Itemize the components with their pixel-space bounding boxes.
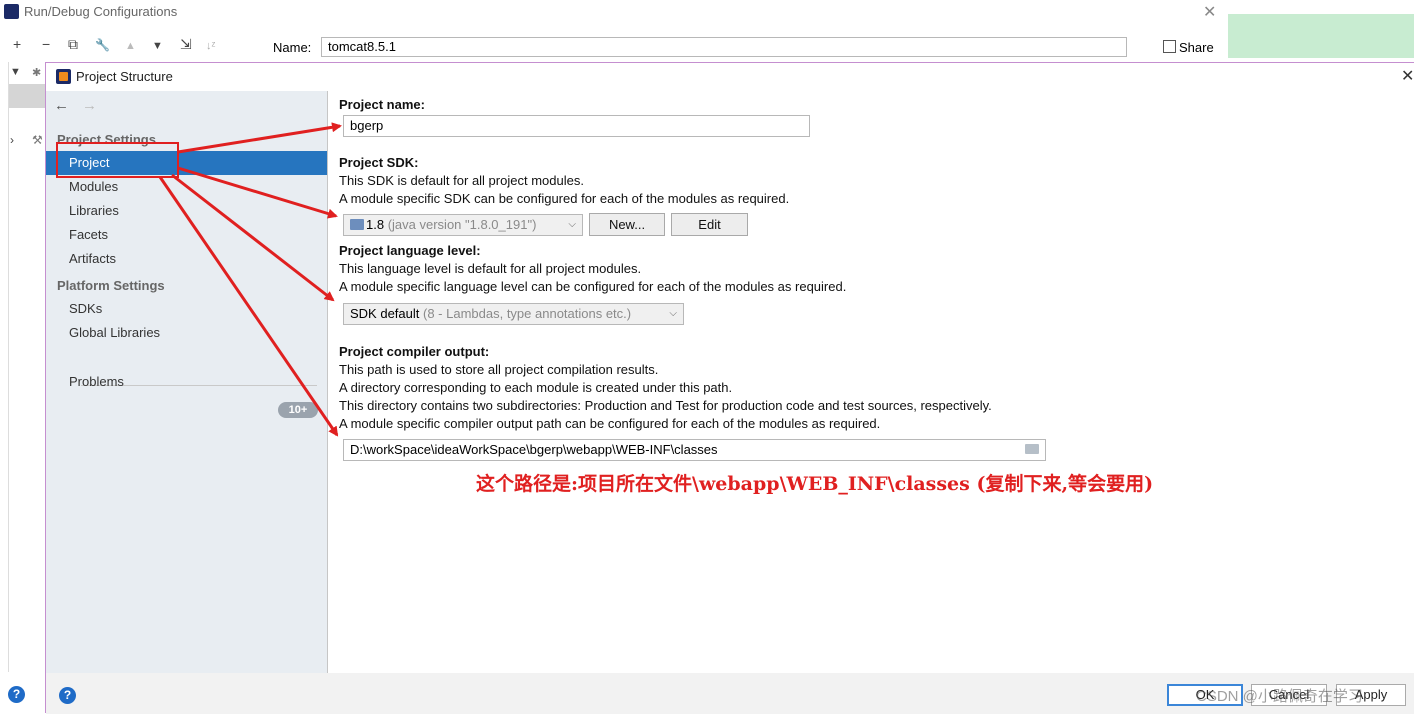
sdk-new-button[interactable]: New...	[589, 213, 665, 236]
compiler-output-description: A module specific compiler output path c…	[339, 416, 881, 431]
share-label: Share	[1179, 40, 1214, 55]
project-name-input[interactable]: bgerp	[343, 115, 810, 137]
sdk-value: 1.8	[366, 217, 385, 232]
compiler-output-description: A directory corresponding to each module…	[339, 380, 733, 395]
tree-selection	[8, 84, 45, 108]
add-config-icon[interactable]: +	[13, 36, 21, 52]
sidebar-item-sdks[interactable]: SDKs	[46, 297, 327, 321]
sidebar-item-global-libraries[interactable]: Global Libraries	[46, 321, 327, 345]
sidebar-item-label: Facets	[69, 227, 109, 242]
sidebar-item-label: Global Libraries	[69, 325, 161, 340]
csdn-watermark: CSDN @小路佩奇在学习	[1196, 688, 1363, 705]
tomcat-icon: ✱	[32, 67, 42, 79]
compiler-output-value: D:\workSpace\ideaWorkSpace\bgerp\webapp\…	[350, 442, 718, 457]
chevron-down-icon: ⌵	[568, 219, 576, 230]
remove-config-icon[interactable]: −	[42, 36, 50, 52]
checkbox-icon[interactable]	[1163, 40, 1176, 53]
copy-config-icon[interactable]: ⧉	[68, 36, 78, 53]
project-structure-titlebar: Project Structure ✕	[46, 63, 1414, 91]
help-icon[interactable]: ?	[59, 687, 76, 704]
run-debug-close-icon[interactable]: ✕	[1203, 2, 1216, 22]
problems-count-badge: 10+	[278, 402, 318, 418]
name-label: Name:	[273, 40, 312, 55]
divider	[8, 62, 9, 672]
sidebar-item-libraries[interactable]: Libraries	[46, 199, 327, 223]
language-level-select[interactable]: SDK default (8 - Lambdas, type annotatio…	[343, 303, 684, 325]
sidebar-item-label: Modules	[69, 179, 119, 194]
sidebar-item-project[interactable]: Project	[46, 151, 327, 175]
settings-sidebar: ← → Project Settings Project Modules Lib…	[46, 91, 328, 673]
sidebar-item-label: Project	[69, 155, 110, 170]
sdk-edit-button[interactable]: Edit	[671, 213, 748, 236]
chevron-down-icon[interactable]: ▼	[10, 66, 21, 78]
dialog-title: Project Structure	[76, 69, 173, 84]
language-level-label: Project language level:	[339, 243, 481, 258]
language-level-description: This language level is default for all p…	[339, 261, 642, 276]
platform-settings-heading: Platform Settings	[57, 278, 165, 293]
project-name-label: Project name:	[339, 97, 425, 112]
browse-folder-icon[interactable]	[1025, 444, 1039, 454]
sidebar-item-label: Problems	[69, 374, 124, 389]
language-level-description: A module specific language level can be …	[339, 279, 847, 294]
sdk-description: A module specific SDK can be configured …	[339, 191, 790, 206]
folder-icon[interactable]: ⇲	[180, 36, 192, 53]
sidebar-item-label: SDKs	[69, 301, 103, 316]
sidebar-item-label: Artifacts	[69, 251, 116, 266]
move-up-icon[interactable]: ▲	[125, 40, 136, 52]
sidebar-item-label: Libraries	[69, 203, 119, 218]
project-structure-dialog: Project Structure ✕ ← → Project Settings…	[45, 62, 1414, 714]
project-sdk-label: Project SDK:	[339, 155, 419, 170]
chevron-down-icon: ⌵	[669, 308, 677, 319]
language-level-detail: (8 - Lambdas, type annotations etc.)	[423, 306, 632, 321]
config-name-input[interactable]: tomcat8.5.1	[321, 37, 1127, 57]
background-window-strip	[1228, 14, 1414, 58]
sidebar-item-facets[interactable]: Facets	[46, 223, 327, 247]
project-settings-heading: Project Settings	[57, 132, 156, 147]
forward-arrow-icon[interactable]: →	[82, 97, 97, 114]
share-checkbox[interactable]: Share	[1163, 40, 1214, 55]
back-arrow-icon[interactable]: ←	[54, 97, 69, 114]
run-debug-title: Run/Debug Configurations	[24, 4, 178, 19]
annotation-text: 这个路径是:项目所在文件\webapp\WEB_INF\classes (复制下…	[476, 473, 1154, 495]
sort-icon[interactable]: ↓ᶻ	[206, 40, 215, 52]
wrench-icon[interactable]: 🔧	[95, 38, 110, 52]
chevron-right-icon[interactable]: ›	[10, 133, 14, 147]
sdk-description: This SDK is default for all project modu…	[339, 173, 584, 188]
compiler-output-description: This directory contains two subdirectori…	[339, 398, 992, 413]
run-debug-titlebar: Run/Debug Configurations ✕	[0, 0, 1228, 26]
sidebar-item-artifacts[interactable]: Artifacts	[46, 247, 327, 271]
intellij-app-icon	[56, 69, 71, 84]
sdk-folder-icon	[350, 219, 364, 230]
language-level-value: SDK default	[350, 306, 420, 321]
sdk-value-detail: (java version "1.8.0_191")	[387, 217, 537, 232]
compiler-output-input[interactable]: D:\workSpace\ideaWorkSpace\bgerp\webapp\…	[343, 439, 1046, 461]
wrench-icon: ⚒	[32, 133, 43, 147]
compiler-output-description: This path is used to store all project c…	[339, 362, 659, 377]
help-icon[interactable]: ?	[8, 686, 25, 703]
intellij-app-icon	[4, 4, 19, 19]
sidebar-item-problems[interactable]: Problems	[46, 370, 327, 394]
compiler-output-label: Project compiler output:	[339, 344, 490, 359]
move-down-icon[interactable]: ▼	[152, 40, 163, 52]
sidebar-item-modules[interactable]: Modules	[46, 175, 327, 199]
sdk-select[interactable]: 1.8 (java version "1.8.0_191") ⌵	[343, 214, 583, 236]
close-icon[interactable]: ✕	[1401, 66, 1414, 86]
